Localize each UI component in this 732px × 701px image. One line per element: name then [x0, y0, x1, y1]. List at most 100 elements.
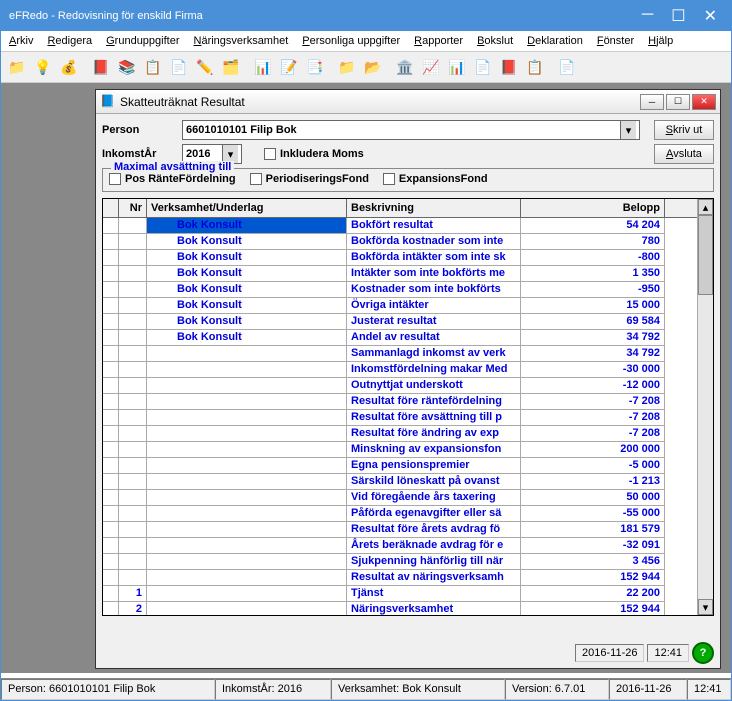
col-verksamhet[interactable]: Verksamhet/Underlag: [147, 199, 347, 217]
cell-beskrivning[interactable]: Årets beräknade avdrag för e: [347, 538, 521, 554]
cell-nr[interactable]: [119, 442, 147, 458]
checkbox-icon[interactable]: [264, 148, 276, 160]
toolbar-icon[interactable]: 📈: [419, 55, 443, 79]
cell-verksamhet[interactable]: [147, 538, 347, 554]
table-row[interactable]: Inkomstfördelning makar Med-30 000: [103, 362, 697, 378]
table-row[interactable]: Outnyttjat underskott-12 000: [103, 378, 697, 394]
cell-belopp[interactable]: 1 350: [521, 266, 665, 282]
table-row[interactable]: Resultat före räntefördelning-7 208: [103, 394, 697, 410]
col-nr[interactable]: Nr: [119, 199, 147, 217]
row-selector[interactable]: [103, 314, 119, 330]
menu-fonster[interactable]: Fönster: [597, 35, 634, 47]
cell-beskrivning[interactable]: Påförda egenavgifter eller sä: [347, 506, 521, 522]
close-icon[interactable]: ✕: [704, 6, 717, 26]
cell-beskrivning[interactable]: Resultat före avsättning till p: [347, 410, 521, 426]
cell-beskrivning[interactable]: Egna pensionspremier: [347, 458, 521, 474]
toolbar-icon[interactable]: 🗂️: [219, 55, 243, 79]
row-selector[interactable]: [103, 602, 119, 615]
row-selector[interactable]: [103, 250, 119, 266]
row-selector[interactable]: [103, 538, 119, 554]
cell-verksamhet[interactable]: [147, 602, 347, 615]
menu-redigera[interactable]: Redigera: [47, 35, 92, 47]
cell-belopp[interactable]: 50 000: [521, 490, 665, 506]
row-selector[interactable]: [103, 218, 119, 234]
cell-belopp[interactable]: 181 579: [521, 522, 665, 538]
cell-verksamhet[interactable]: Bok Konsult: [147, 298, 347, 314]
cell-nr[interactable]: [119, 522, 147, 538]
row-selector[interactable]: [103, 586, 119, 602]
table-row[interactable]: Resultat före avsättning till p-7 208: [103, 410, 697, 426]
toolbar-icon[interactable]: 📂: [361, 55, 385, 79]
cell-belopp[interactable]: -7 208: [521, 426, 665, 442]
menu-naringsverksamhet[interactable]: Näringsverksamhet: [194, 35, 289, 47]
toolbar-icon[interactable]: 📋: [523, 55, 547, 79]
cell-beskrivning[interactable]: Sammanlagd inkomst av verk: [347, 346, 521, 362]
cell-nr[interactable]: 1: [119, 586, 147, 602]
cell-nr[interactable]: [119, 298, 147, 314]
cell-belopp[interactable]: 69 584: [521, 314, 665, 330]
print-button[interactable]: Skriv ut: [654, 120, 714, 140]
row-selector[interactable]: [103, 522, 119, 538]
row-selector[interactable]: [103, 410, 119, 426]
cell-nr[interactable]: [119, 410, 147, 426]
cell-verksamhet[interactable]: Bok Konsult: [147, 266, 347, 282]
toolbar-icon[interactable]: 💰: [57, 55, 81, 79]
cell-belopp[interactable]: 152 944: [521, 570, 665, 586]
col-selector[interactable]: [103, 199, 119, 217]
cell-nr[interactable]: [119, 282, 147, 298]
cell-beskrivning[interactable]: Bokförda intäkter som inte sk: [347, 250, 521, 266]
table-row[interactable]: Årets beräknade avdrag för e-32 091: [103, 538, 697, 554]
cell-nr[interactable]: [119, 346, 147, 362]
toolbar-icon[interactable]: 📊: [251, 55, 275, 79]
cell-verksamhet[interactable]: [147, 410, 347, 426]
cell-beskrivning[interactable]: Bokförda kostnader som inte: [347, 234, 521, 250]
cell-beskrivning[interactable]: Resultat före ändring av exp: [347, 426, 521, 442]
cell-beskrivning[interactable]: Minskning av expansionsfon: [347, 442, 521, 458]
person-dropdown[interactable]: 6601010101 Filip Bok ▾: [182, 120, 640, 140]
cell-verksamhet[interactable]: [147, 570, 347, 586]
cell-nr[interactable]: [119, 314, 147, 330]
table-row[interactable]: Vid föregående års taxering50 000: [103, 490, 697, 506]
table-row[interactable]: Bok KonsultIntäkter som inte bokförts me…: [103, 266, 697, 282]
cell-belopp[interactable]: 34 792: [521, 330, 665, 346]
toolbar-icon[interactable]: 📁: [5, 55, 29, 79]
cell-verksamhet[interactable]: [147, 586, 347, 602]
toolbar-icon[interactable]: 💡: [31, 55, 55, 79]
toolbar-icon[interactable]: ✏️: [193, 55, 217, 79]
toolbar-icon[interactable]: 📋: [141, 55, 165, 79]
cell-nr[interactable]: [119, 378, 147, 394]
menu-grunduppgifter[interactable]: Grunduppgifter: [106, 35, 179, 47]
row-selector[interactable]: [103, 554, 119, 570]
table-row[interactable]: Resultat före årets avdrag fö181 579: [103, 522, 697, 538]
rantef-checkbox[interactable]: Pos RänteFördelning: [109, 173, 236, 185]
period-checkbox[interactable]: PeriodiseringsFond: [250, 173, 369, 185]
cell-belopp[interactable]: 22 200: [521, 586, 665, 602]
row-selector[interactable]: [103, 570, 119, 586]
table-row[interactable]: Bok KonsultBokförda intäkter som inte sk…: [103, 250, 697, 266]
child-minimize-icon[interactable]: ─: [640, 94, 664, 110]
cell-belopp[interactable]: 200 000: [521, 442, 665, 458]
row-selector[interactable]: [103, 298, 119, 314]
row-selector[interactable]: [103, 362, 119, 378]
table-row[interactable]: Bok KonsultBokfört resultat54 204: [103, 218, 697, 234]
titlebar[interactable]: eFRedo - Redovisning för enskild Firma ─…: [1, 1, 731, 31]
cell-nr[interactable]: [119, 570, 147, 586]
cell-verksamhet[interactable]: Bok Konsult: [147, 234, 347, 250]
checkbox-icon[interactable]: [383, 173, 395, 185]
table-row[interactable]: 2Näringsverksamhet152 944: [103, 602, 697, 615]
table-row[interactable]: Egna pensionspremier-5 000: [103, 458, 697, 474]
row-selector[interactable]: [103, 346, 119, 362]
cell-beskrivning[interactable]: Särskild löneskatt på ovanst: [347, 474, 521, 490]
menu-rapporter[interactable]: Rapporter: [414, 35, 463, 47]
table-row[interactable]: Bok KonsultBokförda kostnader som inte78…: [103, 234, 697, 250]
cell-nr[interactable]: [119, 554, 147, 570]
cell-beskrivning[interactable]: Övriga intäkter: [347, 298, 521, 314]
cell-beskrivning[interactable]: Intäkter som inte bokförts me: [347, 266, 521, 282]
cell-nr[interactable]: 2: [119, 602, 147, 615]
cell-nr[interactable]: [119, 218, 147, 234]
row-selector[interactable]: [103, 282, 119, 298]
cell-verksamhet[interactable]: [147, 394, 347, 410]
cell-beskrivning[interactable]: Vid föregående års taxering: [347, 490, 521, 506]
menu-personliga[interactable]: Personliga uppgifter: [302, 35, 400, 47]
row-selector[interactable]: [103, 458, 119, 474]
